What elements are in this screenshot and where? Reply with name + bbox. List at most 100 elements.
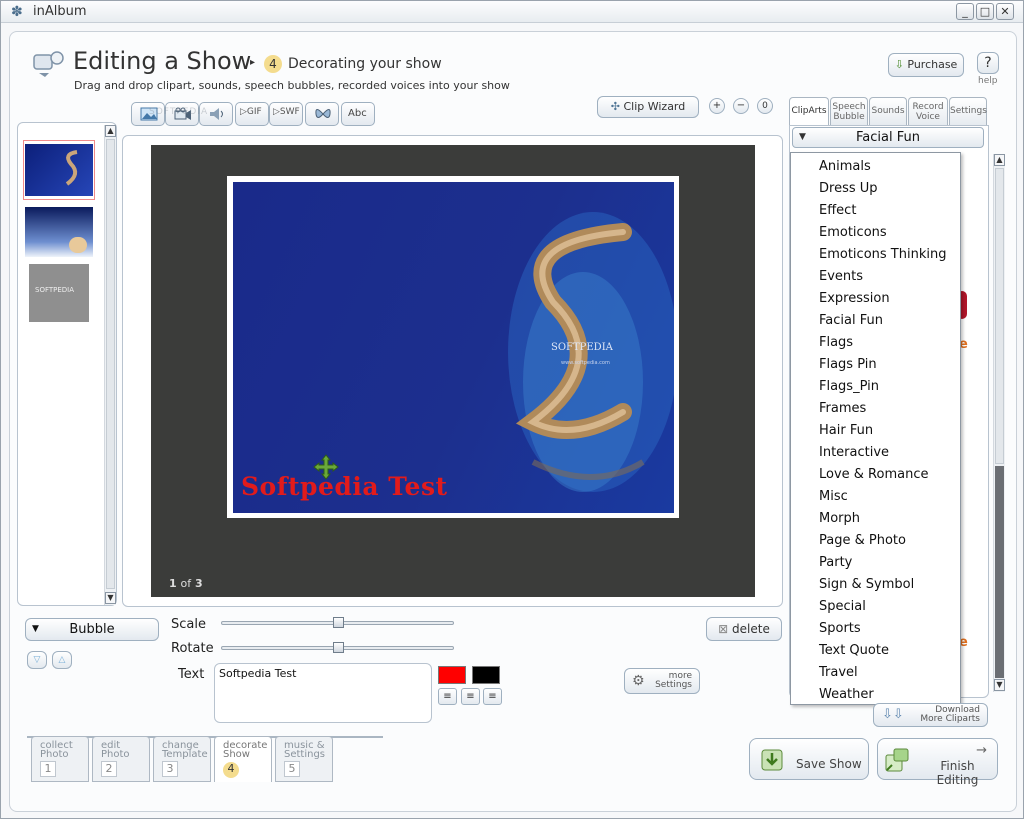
category-option[interactable]: Animals [819, 156, 871, 178]
butterfly-icon [315, 109, 331, 118]
delete-button[interactable]: ⊠ delete [706, 617, 782, 641]
step-tab-4[interactable]: decorate Show 4 [214, 736, 272, 782]
scroll-down-arrow-icon[interactable]: ▼ [105, 592, 116, 604]
category-option[interactable]: Love & Romance [819, 464, 928, 486]
category-option[interactable]: Flags Pin [819, 354, 877, 376]
help-button[interactable]: ? [977, 52, 999, 74]
clipart-scrollbar[interactable]: ▲ ▼ [993, 154, 1005, 692]
category-option[interactable]: Expression [819, 288, 890, 310]
download-more-cliparts-button[interactable]: ⇩⇩ Download More Cliparts [873, 703, 988, 727]
triangle-up-icon: △ [58, 655, 66, 665]
category-select[interactable]: ▼ Facial Fun [792, 127, 984, 148]
more-settings-button[interactable]: ⚙ more Settings [624, 668, 700, 694]
help-label: help [978, 76, 998, 86]
clipart-scroll-up-icon[interactable]: ▲ [994, 154, 1005, 166]
tab-record-voice[interactable]: Record Voice [908, 97, 948, 125]
thumbnail-3-text: SOFTPEDIA [35, 286, 75, 294]
category-option[interactable]: Frames [819, 398, 866, 420]
category-option[interactable]: Text Quote [819, 640, 889, 662]
align-right-button[interactable]: ≡ [483, 688, 502, 705]
category-option[interactable]: Hair Fun [819, 420, 873, 442]
gif-icon: ▷GIF [240, 107, 262, 117]
category-option[interactable]: Sports [819, 618, 861, 640]
category-selected-value: Facial Fun [856, 130, 920, 145]
finish-editing-button[interactable]: → Finish Editing [877, 738, 998, 787]
category-option[interactable]: Sign & Symbol [819, 574, 914, 596]
align-left-button[interactable]: ≡ [438, 688, 457, 705]
category-option[interactable]: Special [819, 596, 866, 618]
scale-slider-thumb[interactable] [332, 617, 344, 628]
rotate-slider-thumb[interactable] [332, 642, 344, 653]
move-handle-icon[interactable] [313, 454, 339, 480]
category-option[interactable]: Party [819, 552, 852, 574]
category-dropdown-list[interactable]: Animals Dress Up Effect Emoticons Emoticons … [790, 152, 961, 705]
category-option[interactable]: Emoticons [819, 222, 887, 244]
clip-wizard-button[interactable]: ✣ Clip Wizard [597, 96, 699, 118]
step-tab-label-2: Photo [40, 749, 69, 760]
insert-clipart-button[interactable] [305, 102, 339, 126]
category-option[interactable]: Facial Fun [819, 310, 883, 332]
scroll-thumb[interactable] [106, 139, 115, 589]
insert-text-button[interactable]: Abc [341, 102, 375, 126]
category-option[interactable]: Morph [819, 508, 860, 530]
step-tab-1[interactable]: collect Photo 1 [31, 736, 89, 782]
thumbnail-scrollbar[interactable]: ▲ ▼ [104, 125, 116, 605]
clipart-scroll-down-icon[interactable]: ▼ [994, 679, 1005, 691]
step-tab-3[interactable]: change Template 3 [153, 736, 211, 782]
align-center-button[interactable]: ≡ [461, 688, 480, 705]
category-option[interactable]: Effect [819, 200, 856, 222]
category-option[interactable]: Interactive [819, 442, 889, 464]
maximize-button[interactable]: □ [976, 3, 994, 20]
move-down-button[interactable]: ▽ [27, 651, 47, 669]
object-type-select[interactable]: ▼ Bubble [25, 618, 159, 641]
insert-gif-button[interactable]: ▷GIF [235, 102, 269, 126]
category-option[interactable]: Misc [819, 486, 848, 508]
slide-thumbnail-1[interactable] [25, 144, 93, 196]
category-option[interactable]: Page & Photo [819, 530, 906, 552]
clipart-scroll-thumb[interactable] [995, 168, 1004, 464]
tab-settings-label: Settings [950, 106, 987, 116]
close-button[interactable]: ✕ [996, 3, 1014, 20]
step-tab-2[interactable]: edit Photo 2 [92, 736, 150, 782]
tab-speech-label-1: Speech [832, 102, 866, 112]
tab-speech-bubble[interactable]: Speech Bubble [830, 97, 868, 125]
zoom-out-button[interactable]: − [733, 98, 749, 114]
step-tab-label-2: Settings [284, 749, 326, 760]
save-show-button[interactable]: Save Show [749, 738, 869, 780]
step-tab-label-2: Show [223, 749, 250, 760]
fill-color-swatch[interactable] [438, 666, 466, 684]
category-option[interactable]: Flags_Pin [819, 376, 879, 398]
minimize-button[interactable]: _ [956, 3, 974, 20]
tab-sounds[interactable]: Sounds [869, 97, 907, 125]
category-option[interactable]: Dress Up [819, 178, 878, 200]
category-option[interactable]: Events [819, 266, 863, 288]
photo-watermark-url: www.softpedia.com [561, 360, 610, 366]
slide-photo[interactable]: SOFTPEDIA www.softpedia.com Softpedia Te… [233, 182, 674, 513]
purchase-button[interactable]: ⇩ Purchase [888, 53, 964, 77]
slide-text-overlay[interactable]: Softpedia Test [241, 472, 448, 501]
slide-thumbnail-3[interactable]: SOFTPEDIA [29, 264, 89, 322]
category-option[interactable]: Travel [819, 662, 858, 684]
category-option[interactable]: Emoticons Thinking [819, 244, 946, 266]
step-number: 4 [223, 762, 239, 778]
text-input[interactable]: Softpedia Test [214, 663, 432, 723]
title-bar: ✽ inAlbum _ □ ✕ [1, 1, 1023, 23]
scale-slider[interactable] [221, 617, 454, 628]
zoom-in-button[interactable]: + [709, 98, 725, 114]
category-option[interactable]: Flags [819, 332, 853, 354]
move-up-button[interactable]: △ [52, 651, 72, 669]
insert-swf-button[interactable]: ▷SWF [269, 102, 303, 126]
step-title: Decorating your show [288, 56, 442, 72]
text-label: Text [178, 667, 205, 682]
align-center-icon: ≡ [466, 691, 475, 702]
scroll-up-arrow-icon[interactable]: ▲ [105, 125, 116, 137]
step-tab-5[interactable]: music & Settings 5 [275, 736, 333, 782]
slide-thumbnail-2[interactable] [25, 207, 93, 257]
tab-settings[interactable]: Settings [949, 97, 987, 125]
rotate-slider[interactable] [221, 642, 454, 653]
stroke-color-swatch[interactable] [472, 666, 500, 684]
category-option[interactable]: Weather [819, 684, 874, 706]
tab-cliparts[interactable]: ClipArts [789, 97, 829, 125]
page-subtitle: Drag and drop clipart, sounds, speech bu… [74, 79, 510, 92]
zoom-reset-button[interactable]: 0 [757, 98, 773, 114]
